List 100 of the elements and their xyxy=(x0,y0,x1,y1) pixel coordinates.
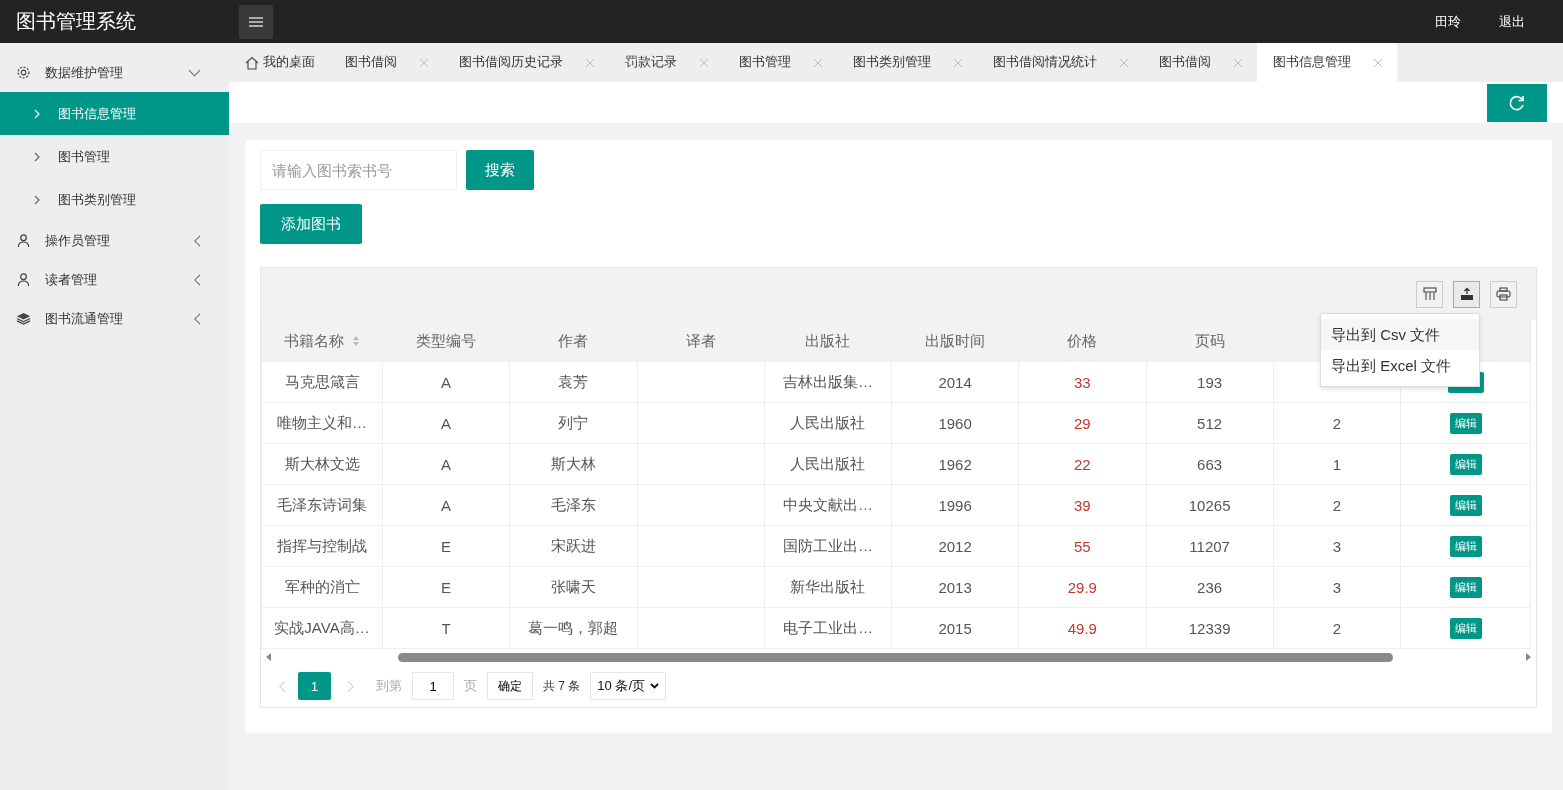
search-button[interactable]: 搜索 xyxy=(466,150,534,190)
table-cell: 指挥与控制战 xyxy=(277,536,367,554)
table-cell: 12339 xyxy=(1188,619,1231,637)
edit-button[interactable]: 编辑 xyxy=(1449,617,1482,639)
table-cell: A xyxy=(441,373,452,391)
table-cell: 2013 xyxy=(938,578,972,596)
scroll-right-icon[interactable] xyxy=(1525,653,1531,661)
close-icon[interactable] xyxy=(419,57,429,68)
nav-subitem[interactable]: 图书信息管理 xyxy=(0,92,229,135)
page-size-select[interactable]: 10 条/页 xyxy=(590,672,667,700)
export-button[interactable] xyxy=(1453,280,1480,308)
export-menu-item[interactable]: 导出到 Csv 文件 xyxy=(1321,319,1479,350)
edit-button[interactable]: 编辑 xyxy=(1449,412,1482,434)
tab[interactable]: 图书管理 xyxy=(723,43,837,82)
table-cell: 中央文献出… xyxy=(782,495,873,513)
column-header[interactable]: 译者 xyxy=(637,320,765,362)
edit-button[interactable]: 编辑 xyxy=(1449,453,1482,475)
person-icon xyxy=(16,272,31,287)
table-cell: 2015 xyxy=(938,619,972,637)
tab[interactable]: 图书类别管理 xyxy=(837,43,977,82)
export-menu-item[interactable]: 导出到 Excel 文件 xyxy=(1321,350,1479,381)
tab[interactable]: 图书借阅情况统计 xyxy=(977,43,1143,82)
table-cell: 39 xyxy=(1074,496,1091,514)
edit-button[interactable]: 编辑 xyxy=(1449,576,1482,598)
table-cell: 49.9 xyxy=(1067,619,1097,637)
nav-subitem[interactable]: 图书类别管理 xyxy=(0,178,229,221)
nav-item[interactable]: 数据维护管理 xyxy=(0,53,229,92)
dropdown-icon xyxy=(650,683,660,689)
table-cell: 3 xyxy=(1332,537,1342,555)
tab[interactable]: 我的桌面 xyxy=(229,43,329,82)
edit-button[interactable]: 编辑 xyxy=(1449,535,1482,557)
search-field[interactable]: 请输入图书索书号 xyxy=(260,150,457,190)
table-cell: A xyxy=(441,496,452,514)
print-button[interactable] xyxy=(1490,280,1517,308)
table-cell: 33 xyxy=(1074,373,1091,391)
next-page-icon[interactable] xyxy=(347,679,354,693)
close-icon[interactable] xyxy=(585,57,595,68)
column-header[interactable]: 出版社 xyxy=(764,320,892,362)
column-header[interactable]: 作者 xyxy=(509,320,637,362)
table-cell: 国防工业出… xyxy=(782,536,873,554)
table-cell: 11207 xyxy=(1189,537,1230,555)
table-cell: 宋跃进 xyxy=(550,536,596,554)
nav-item[interactable]: 操作员管理 xyxy=(0,221,229,260)
table-cell: 3 xyxy=(1332,578,1342,596)
table-cell: 512 xyxy=(1197,414,1223,432)
table-cell: 人民出版社 xyxy=(790,454,866,472)
table-cell: 1 xyxy=(1332,455,1342,473)
close-icon[interactable] xyxy=(1373,57,1383,68)
chevron-right-icon xyxy=(34,194,40,205)
column-header[interactable]: 类型编号 xyxy=(382,320,510,362)
tab[interactable]: 图书借阅历史记录 xyxy=(443,43,609,82)
add-book-button[interactable]: 添加图书 xyxy=(260,204,362,244)
nav-item[interactable]: 读者管理 xyxy=(0,260,229,299)
nav-item[interactable]: 图书流通管理 xyxy=(0,299,229,338)
close-icon[interactable] xyxy=(953,57,963,68)
close-icon[interactable] xyxy=(813,57,823,68)
table-cell: 唯物主义和… xyxy=(277,413,367,431)
tab[interactable]: 罚款记录 xyxy=(609,43,723,82)
edit-button[interactable]: 编辑 xyxy=(1449,494,1482,516)
user-link[interactable]: 田玲 xyxy=(1435,12,1461,31)
sort-icon[interactable] xyxy=(352,335,360,347)
column-header[interactable]: 书籍名称 xyxy=(261,320,383,362)
columns-icon xyxy=(1422,287,1437,301)
close-icon[interactable] xyxy=(1233,57,1243,68)
confirm-button[interactable]: 确定 xyxy=(487,672,533,700)
column-header[interactable]: 出版时间 xyxy=(891,320,1019,362)
table-cell: 军种的消亡 xyxy=(284,577,360,595)
table-cell: 电子工业出… xyxy=(782,618,873,636)
table-cell: 22 xyxy=(1074,455,1091,473)
page-button[interactable]: 1 xyxy=(298,672,331,700)
table-cell: 2 xyxy=(1332,496,1342,514)
column-header[interactable]: 价格 xyxy=(1018,320,1146,362)
table-cell: 1962 xyxy=(938,455,972,473)
logout-link[interactable]: 退出 xyxy=(1499,12,1525,31)
table-cell: 10265 xyxy=(1188,496,1231,514)
close-icon[interactable] xyxy=(1119,57,1129,68)
menu-button[interactable] xyxy=(239,4,273,39)
refresh-button[interactable] xyxy=(1487,84,1547,122)
layers-icon xyxy=(16,311,31,326)
chevron-left-icon xyxy=(194,273,201,286)
table-cell: 斯大林文选 xyxy=(284,454,360,472)
close-icon[interactable] xyxy=(699,57,709,68)
total-count: 共 7 条 xyxy=(543,677,581,695)
refresh-icon xyxy=(1508,94,1526,112)
app-title: 图书管理系统 xyxy=(15,9,137,34)
page-number-field[interactable]: 1 xyxy=(412,672,454,700)
column-header[interactable]: 页码 xyxy=(1146,320,1274,362)
columns-button[interactable] xyxy=(1416,280,1443,308)
tab[interactable]: 图书信息管理 xyxy=(1257,43,1397,82)
tab[interactable]: 图书借阅 xyxy=(1143,43,1257,82)
tab[interactable]: 图书借阅 xyxy=(329,43,443,82)
table-cell: 实战JAVA高… xyxy=(274,618,370,636)
previous-page-icon[interactable] xyxy=(279,679,286,693)
table-cell: 2014 xyxy=(938,373,972,391)
home-icon xyxy=(245,55,259,70)
table-cell: 列宁 xyxy=(558,413,589,431)
nav-subitem[interactable]: 图书管理 xyxy=(0,135,229,178)
scroll-left-icon[interactable] xyxy=(266,653,272,661)
chevron-left-icon xyxy=(194,234,201,247)
table-cell: 新华出版社 xyxy=(790,577,866,595)
